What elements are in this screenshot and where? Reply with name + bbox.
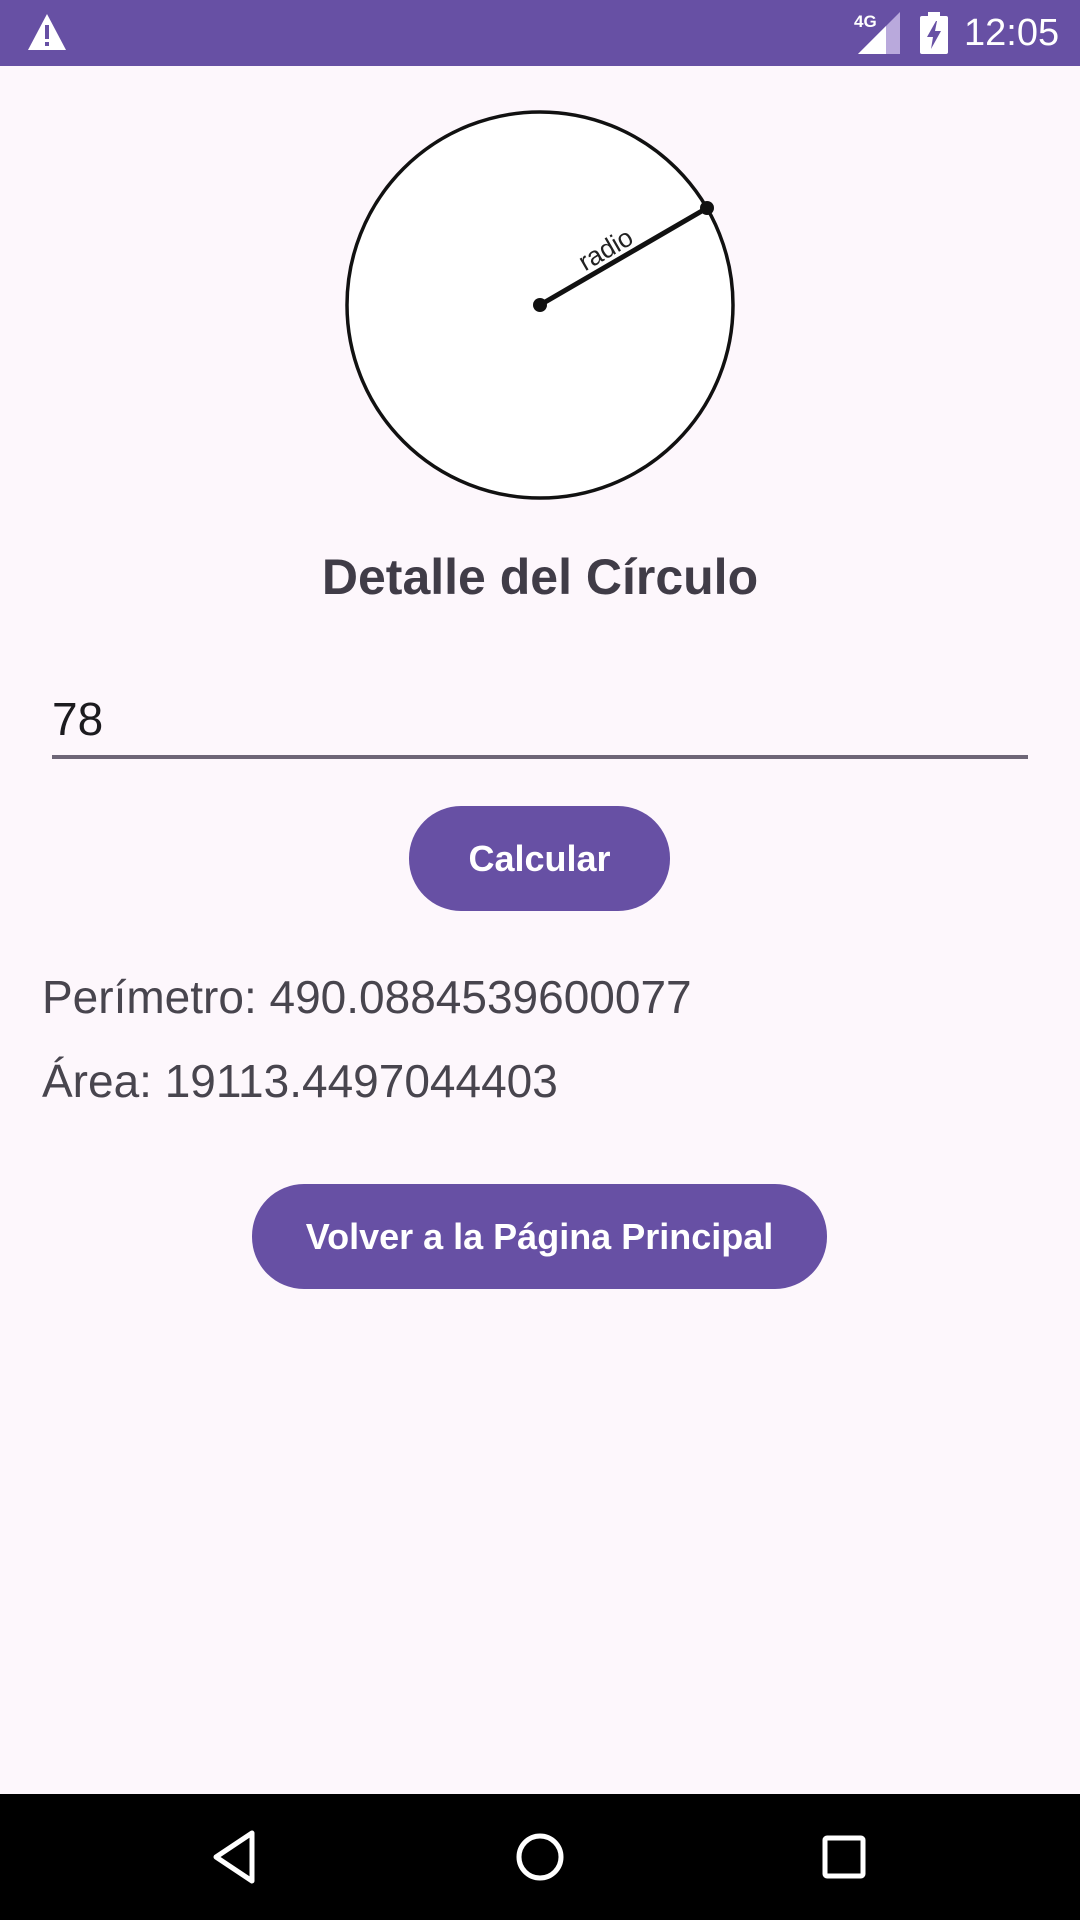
network-type-label: 4G	[854, 12, 877, 31]
perimeter-result: Perímetro: 490.0884539600077	[42, 971, 692, 1023]
edge-point	[700, 201, 714, 215]
back-to-main-page-button[interactable]: Volver a la Página Principal	[252, 1184, 827, 1289]
status-time: 12:05	[964, 12, 1060, 54]
warning-icon	[28, 14, 66, 50]
area-result: Área: 19113.4497044403	[42, 1055, 558, 1107]
page-title: Detalle del Círculo	[321, 549, 759, 605]
back-icon[interactable]	[206, 1827, 266, 1887]
center-point	[533, 298, 547, 312]
home-icon[interactable]	[510, 1827, 570, 1887]
navigation-bar	[0, 1794, 1080, 1920]
circle-radius-illustration: radio	[345, 110, 735, 500]
battery-charging-icon	[920, 12, 948, 54]
recents-icon[interactable]	[814, 1827, 874, 1887]
radius-input[interactable]	[52, 683, 1028, 759]
status-bar: 4G 12:05	[0, 0, 1080, 66]
calculate-button[interactable]: Calcular	[409, 806, 670, 911]
